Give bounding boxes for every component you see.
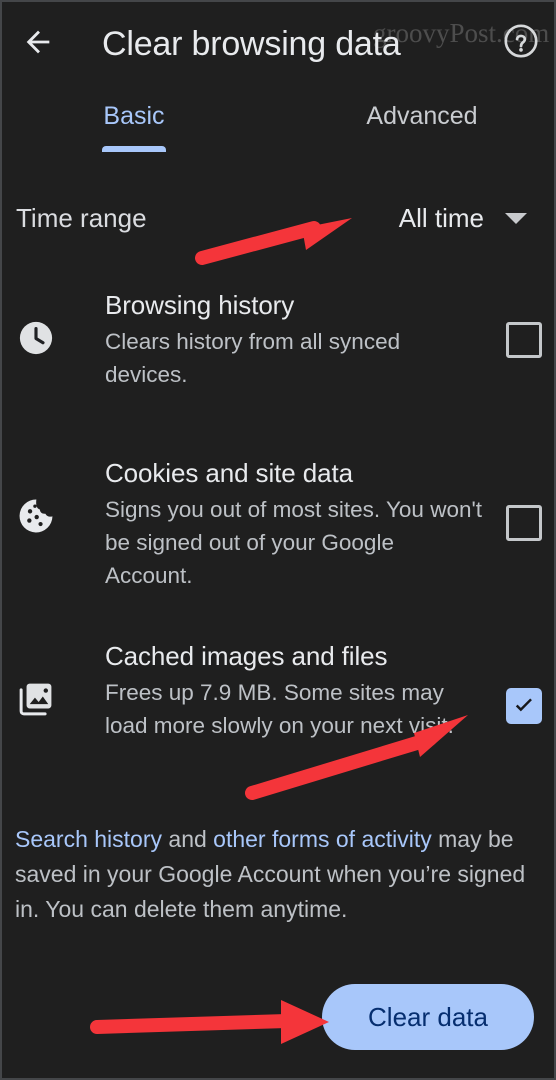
option-title: Cached images and files — [105, 641, 388, 671]
option-title: Cookies and site data — [105, 458, 353, 488]
clear-browsing-data-screen: groovyPost.com Clear browsing data Basic… — [0, 0, 556, 1080]
clock-icon — [12, 314, 60, 362]
tab-bar: Basic Advanced — [2, 92, 554, 158]
option-description: Frees up 7.9 MB. Some sites may load mor… — [105, 680, 454, 738]
time-range-label: Time range — [16, 202, 147, 233]
option-text-browsing-history: Browsing history Clears history from all… — [105, 288, 483, 391]
option-text-cached-images: Cached images and files Frees up 7.9 MB.… — [105, 639, 483, 742]
app-bar: groovyPost.com Clear browsing data — [2, 2, 554, 88]
option-text-cookies: Cookies and site data Signs you out of m… — [105, 456, 483, 592]
footer-note-middle: and — [162, 826, 214, 852]
time-range-row[interactable]: Time range All time — [2, 187, 554, 249]
checkbox-browsing-history[interactable] — [506, 322, 542, 358]
checkbox-cookies[interactable] — [506, 505, 542, 541]
checkmark-icon — [515, 698, 532, 712]
tab-advanced[interactable]: Advanced — [300, 92, 544, 158]
photo-library-icon — [12, 675, 60, 723]
cookie-icon — [12, 492, 60, 540]
time-range-dropdown[interactable] — [500, 187, 532, 249]
back-arrow-icon — [21, 25, 55, 64]
arrow-to-clear-data-button — [90, 1000, 329, 1044]
footer-note: Search history and other forms of activi… — [15, 822, 547, 927]
back-button[interactable] — [10, 16, 66, 72]
option-description: Signs you out of most sites. You won't b… — [105, 497, 483, 588]
chevron-down-icon — [505, 212, 527, 224]
help-button[interactable] — [494, 16, 548, 70]
search-history-link[interactable]: Search history — [15, 826, 162, 852]
option-row-cookies[interactable]: Cookies and site data Signs you out of m… — [2, 452, 554, 607]
time-range-value[interactable]: All time — [399, 187, 484, 249]
page-title: Clear browsing data — [102, 24, 401, 63]
option-row-browsing-history[interactable]: Browsing history Clears history from all… — [2, 284, 554, 406]
clear-data-button[interactable]: Clear data — [322, 984, 534, 1050]
tab-active-indicator — [102, 146, 166, 152]
other-forms-of-activity-link[interactable]: other forms of activity — [213, 826, 432, 852]
option-title: Browsing history — [105, 290, 295, 320]
option-description: Clears history from all synced devices. — [105, 329, 401, 387]
help-circle-icon — [502, 22, 540, 65]
checkbox-cached-images[interactable] — [506, 688, 542, 724]
option-row-cached-images[interactable]: Cached images and files Frees up 7.9 MB.… — [2, 635, 554, 790]
